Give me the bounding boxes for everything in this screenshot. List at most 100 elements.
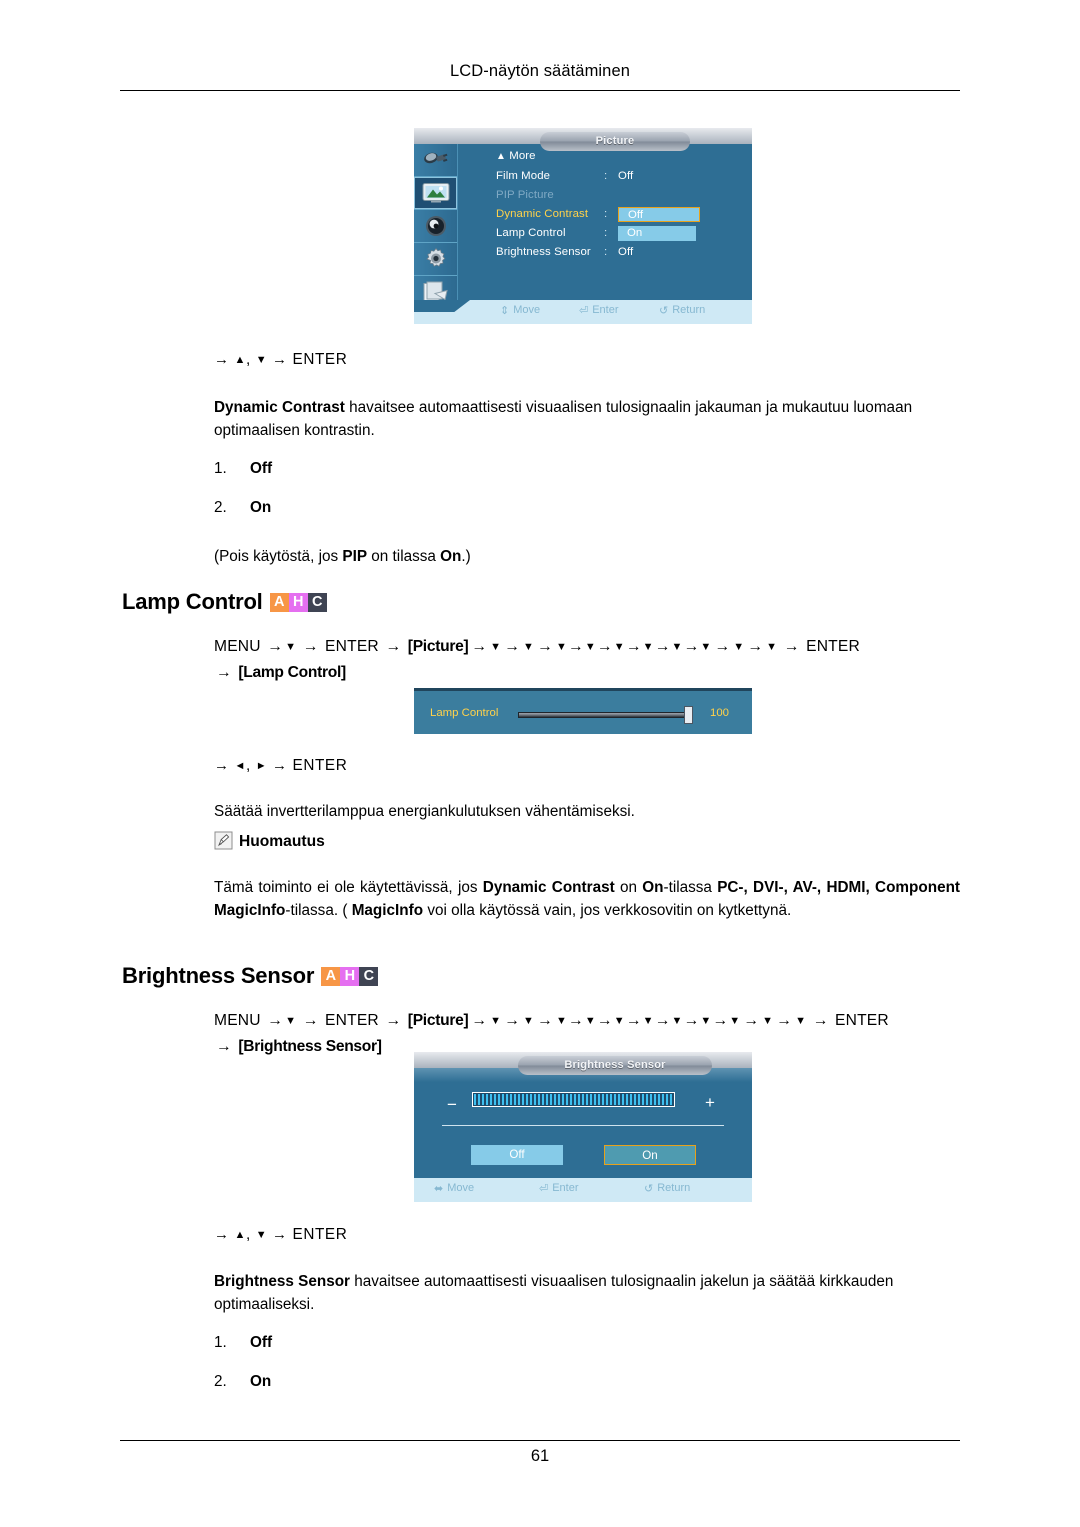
input-source-icon <box>423 152 447 164</box>
footer-move-label: Move <box>447 1182 475 1194</box>
menu-row-lamp-control[interactable]: Lamp Control: <box>496 227 618 239</box>
down-arrow-icon: ▼ <box>700 641 712 653</box>
arrow-icon: → <box>625 638 642 655</box>
path-enter: ENTER <box>835 1012 889 1029</box>
arrow-icon: → <box>272 1226 288 1243</box>
sound-icon <box>425 216 446 236</box>
picture-icon <box>422 183 449 203</box>
menu-label-more: More <box>509 150 536 162</box>
menu-row-dynamic-contrast[interactable]: Dynamic Contrast: <box>496 208 618 220</box>
note-segment: voi olla käytössä vain, jos verkkosoviti… <box>423 902 792 919</box>
enter-label: ENTER <box>292 351 348 368</box>
menu-row-pip-picture: PIP Picture <box>496 189 604 201</box>
menu-row-brightness-sensor[interactable]: Brightness Sensor: Off <box>496 246 633 258</box>
heading-brightness-sensor: Brightness Sensor A H C <box>122 960 379 989</box>
note-term-pip: PIP <box>342 548 368 565</box>
option-number: 1. <box>214 1334 227 1351</box>
osd-title-brightness-sensor: Brightness Sensor <box>518 1056 712 1075</box>
arrow-icon: → <box>808 1012 834 1029</box>
menu-value-lamp-control[interactable]: On <box>618 226 696 241</box>
menu-row-film-mode[interactable]: Film Mode: Off <box>496 170 633 182</box>
arrow-icon: → <box>712 1012 729 1029</box>
down-arrow-icon: ▼ <box>762 1015 774 1027</box>
footer-move[interactable]: ⬌ Move <box>434 1182 474 1195</box>
keyline-comma: , <box>245 351 251 368</box>
footer-return-label: Return <box>672 304 706 316</box>
brightness-sensor-off-button[interactable]: Off <box>471 1145 563 1165</box>
footer-return[interactable]: ↺ Return <box>644 1182 690 1195</box>
minus-icon[interactable]: − <box>447 1096 457 1113</box>
note-suffix: .) <box>461 548 471 565</box>
header-rule <box>120 90 960 91</box>
footer-move[interactable]: ⇕ Move <box>500 304 540 317</box>
arrow-icon: → <box>267 1012 284 1029</box>
arrow-icon: → <box>537 1012 553 1029</box>
menu-label-pip-picture: PIP Picture <box>496 189 554 201</box>
keyline-comma: , <box>245 1226 251 1243</box>
osd-footer-bar: ⬌ Move ⏎ Enter ↺ Return <box>414 1178 752 1202</box>
gauge-ticks <box>474 1094 673 1105</box>
down-arrow-icon: ▼ <box>729 1015 741 1027</box>
down-arrow-icon: ▼ <box>555 1015 568 1027</box>
footer-return[interactable]: ↺ Return <box>659 304 705 317</box>
down-arrow-icon: ▼ <box>255 1229 268 1241</box>
note-segment: on <box>614 879 643 896</box>
running-head: LCD-näytön säätäminen <box>449 62 631 80</box>
arrow-icon: → <box>537 638 553 655</box>
osd-footer-notch <box>414 300 470 312</box>
lamp-control-slider-track[interactable] <box>518 712 690 718</box>
path-enter: ENTER <box>325 638 379 655</box>
down-arrow-icon: ▼ <box>523 1015 535 1027</box>
brightness-sensor-on-button[interactable]: On <box>604 1145 696 1165</box>
note-prefix: (Pois käytöstä, jos <box>214 548 343 565</box>
menu-label-film-mode: Film Mode <box>496 170 551 182</box>
brightness-gauge[interactable] <box>472 1092 675 1107</box>
badge-group: AHC <box>321 960 379 986</box>
menu-value-dynamic-contrast[interactable]: Off <box>618 207 700 222</box>
lamp-control-slider-handle[interactable] <box>684 706 693 724</box>
lamp-control-value: 100 <box>710 707 730 719</box>
down-arrow-icon: ▼ <box>490 1015 502 1027</box>
dynamic-contrast-description: Dynamic Contrast havaitsee automaattises… <box>214 396 960 442</box>
arrow-icon: → <box>596 1012 613 1029</box>
note-mid: on tilassa <box>367 548 441 565</box>
option-label: On <box>250 499 272 516</box>
arrow-icon: → <box>385 638 402 655</box>
footer-enter-label: Enter <box>592 304 619 316</box>
option-label: On <box>250 1373 272 1390</box>
arrow-icon: → <box>743 1012 760 1029</box>
list-item: 2. On <box>214 1373 960 1391</box>
arrow-icon: → <box>776 1012 793 1029</box>
lamp-control-label: Lamp Control <box>430 707 499 719</box>
option-label: Off <box>250 460 273 477</box>
arrow-icon: → <box>683 1012 700 1029</box>
osd-icon-rail <box>414 144 458 324</box>
menu-row-more[interactable]: ▲ More <box>496 150 536 162</box>
arrow-icon: → <box>504 1012 521 1029</box>
footer-enter[interactable]: ⏎ Enter <box>579 304 619 317</box>
rail-item-setup[interactable] <box>414 243 457 276</box>
page-number: 61 <box>530 1447 550 1465</box>
option-label: Off <box>250 1334 273 1351</box>
rail-item-picture[interactable] <box>414 177 457 210</box>
menu-label-brightness-sensor: Brightness Sensor <box>496 246 591 258</box>
path-down-run-lamp: → ▼ → ▼ → ▼→▼→▼→▼→▼→▼ → ▼ → ▼ → <box>468 638 806 655</box>
return-arrow-icon: ↺ <box>644 1183 654 1195</box>
up-arrow-icon: ▲ <box>234 1229 246 1241</box>
path-token-lamp-control: [Lamp Control] <box>238 664 346 681</box>
note-block: Huomautus <box>214 830 960 853</box>
rail-item-input-source[interactable] <box>414 144 457 177</box>
down-arrow-icon: ▼ <box>613 641 625 653</box>
updown-arrows-icon: ⇕ <box>500 305 510 317</box>
badge-a: A <box>269 593 289 612</box>
arrow-icon: → <box>471 1012 488 1029</box>
footer-enter[interactable]: ⏎ Enter <box>539 1182 579 1195</box>
arrow-icon: → <box>267 638 284 655</box>
arrow-icon: → <box>214 757 230 774</box>
rail-item-sound[interactable] <box>414 210 457 243</box>
arrow-icon: → <box>272 351 288 368</box>
plus-icon[interactable]: + <box>705 1094 715 1111</box>
list-item: 1. Off <box>214 1334 960 1352</box>
path-token-picture: [Picture] <box>407 1012 469 1029</box>
arrow-icon: → <box>654 1012 671 1029</box>
